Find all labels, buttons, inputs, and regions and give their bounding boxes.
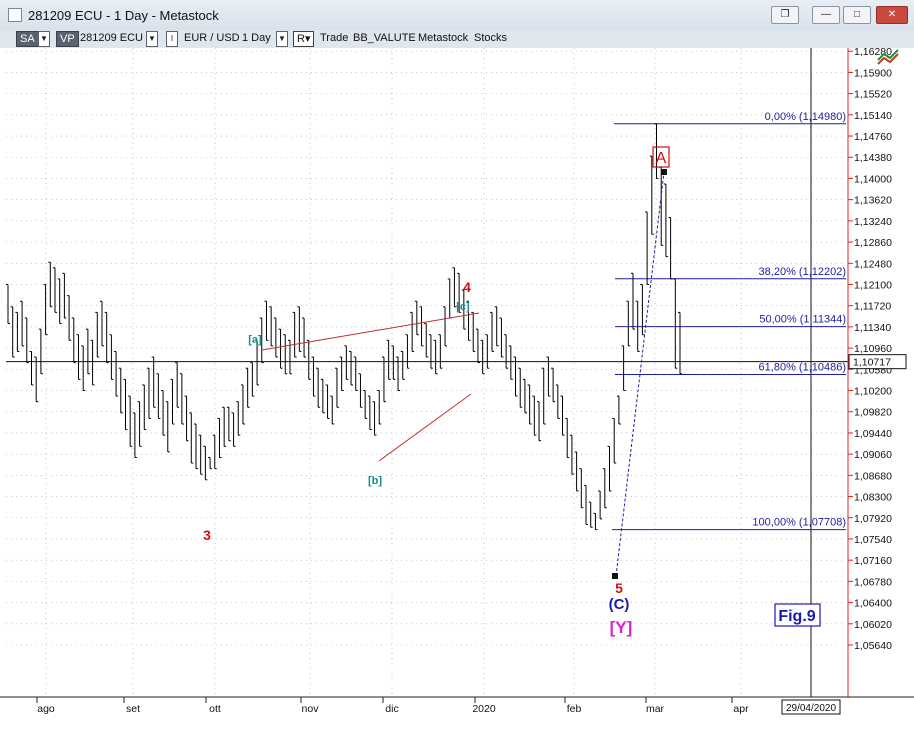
price-tick-label: 1,14380 <box>854 152 892 164</box>
fib-label: 0,00% (1,14980) <box>765 111 846 123</box>
price-tick-label: 1,12480 <box>854 258 892 270</box>
expert-label: BB_VALUTE <box>353 32 416 44</box>
price-tick-label: 1,09820 <box>854 407 892 419</box>
date-tick-label: ott <box>209 703 221 715</box>
price-tick-label: 1,07160 <box>854 555 892 567</box>
date-box-label: 29/04/2020 <box>786 703 836 714</box>
price-tick-label: 1,14760 <box>854 131 892 143</box>
price-tick-label: 1,12860 <box>854 237 892 249</box>
close-icon[interactable]: ✕ <box>876 6 908 24</box>
sa-dropdown-icon[interactable]: ▼ <box>38 31 50 47</box>
fib-label: 50,00% (1,11344) <box>759 314 846 326</box>
price-tick-label: 1,06400 <box>854 598 892 610</box>
date-tick-label: ago <box>37 703 55 715</box>
wave-label-sub: [a] <box>248 334 262 346</box>
wave-label-sub: [c] <box>456 301 470 313</box>
price-tick-label: 1,15900 <box>854 67 892 79</box>
indicator-dropdown-icon[interactable]: I <box>166 31 178 47</box>
date-tick-label: 2020 <box>472 703 496 715</box>
wave-label-main: 5 <box>615 580 623 596</box>
wave-label-main: 3 <box>203 527 211 543</box>
metastock-window: 281209 ECU - 1 Day - Metastock ❐ — □ ✕ S… <box>0 0 914 739</box>
fig-annotation-label: Fig.9 <box>778 608 815 625</box>
price-tick-label: 1,13240 <box>854 216 892 228</box>
price-tick-label: 1,13620 <box>854 195 892 207</box>
security-dropdown-icon[interactable]: ▼ <box>146 31 158 47</box>
stocks-label: Stocks <box>474 32 508 44</box>
maximize-icon[interactable]: □ <box>843 6 871 24</box>
date-tick-label: set <box>126 703 140 715</box>
period-label: 1 Day <box>242 32 271 44</box>
vp-button[interactable]: VP <box>56 31 79 47</box>
date-tick-label: apr <box>733 703 749 715</box>
price-tick-label: 1,08300 <box>854 492 892 504</box>
price-tick-label: 1,11720 <box>854 301 891 313</box>
swing-high-marker <box>661 169 667 175</box>
price-tick-label: 1,12100 <box>854 279 892 291</box>
date-tick-label: feb <box>567 703 582 715</box>
r-button[interactable]: R▾ <box>293 31 315 47</box>
fib-label: 38,20% (1,12202) <box>759 266 846 278</box>
fib-label: 61,80% (1,10486) <box>759 362 846 374</box>
price-tick-label: 1,08680 <box>854 470 892 482</box>
date-tick-label: dic <box>385 703 398 715</box>
price-tick-label: 1,11340 <box>854 322 891 334</box>
wave-label-main: 4 <box>463 279 471 295</box>
price-tick-label: 1,07920 <box>854 513 892 525</box>
restore-icon[interactable]: ❐ <box>771 6 799 24</box>
wave-label-a: A <box>656 150 667 167</box>
date-tick-label: mar <box>646 703 665 715</box>
window-title: 281209 ECU - 1 Day - Metastock <box>28 8 219 23</box>
period-dropdown-icon[interactable]: ▼ <box>276 31 288 47</box>
price-tick-label: 1,06020 <box>854 619 892 631</box>
last-price-label: 1,10717 <box>853 357 891 369</box>
chart-toolbar: SA ▼ VP 281209 ECU ▼ I EUR / USD 1 Day ▼… <box>0 30 914 48</box>
minimize-icon[interactable]: — <box>812 6 840 24</box>
price-tick-label: 1,15140 <box>854 110 892 122</box>
price-tick-label: 1,09440 <box>854 428 892 440</box>
chart-background <box>0 48 914 739</box>
sa-button[interactable]: SA <box>16 31 39 47</box>
price-tick-label: 1,15520 <box>854 89 892 101</box>
wave-label-y: [Y] <box>610 618 633 637</box>
price-tick-label: 1,10960 <box>854 343 892 355</box>
fib-label: 100,00% (1,07708) <box>752 517 846 529</box>
date-tick-label: nov <box>302 703 320 715</box>
title-bar: 281209 ECU - 1 Day - Metastock ❐ — □ ✕ <box>0 0 914 31</box>
price-chart[interactable]: 1,166601,162801,159001,155201,151401,147… <box>0 48 914 739</box>
symbol-label: EUR / USD <box>184 32 240 44</box>
wave-label-c: (C) <box>609 596 630 613</box>
price-tick-label: 1,14000 <box>854 173 892 185</box>
price-tick-label: 1,06780 <box>854 576 892 588</box>
trade-label: Trade <box>320 32 349 44</box>
price-tick-label: 1,05640 <box>854 640 892 652</box>
price-tick-label: 1,10200 <box>854 386 892 398</box>
app-icon <box>8 8 22 22</box>
group-label: Metastock <box>418 32 469 44</box>
price-tick-label: 1,09060 <box>854 449 892 461</box>
wave-label-sub: [b] <box>368 475 382 487</box>
price-tick-label: 1,07540 <box>854 534 892 546</box>
security-name: 281209 ECU <box>80 32 143 44</box>
swing-low-marker <box>612 573 618 579</box>
